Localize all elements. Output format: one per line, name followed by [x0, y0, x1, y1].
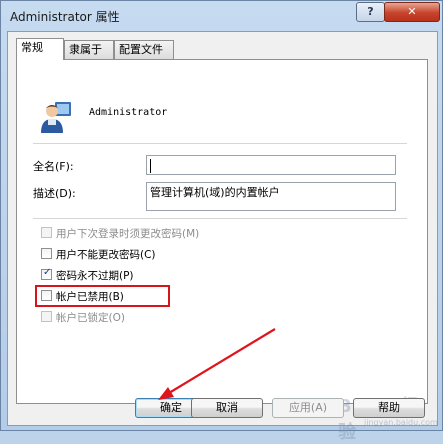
- red-arrow-annotation: [158, 328, 276, 400]
- properties-dialog: Administrator 属性 ? ✕ 常规 隶属于 配置文件 Adminis…: [0, 0, 443, 443]
- tab-general[interactable]: 常规: [16, 38, 64, 60]
